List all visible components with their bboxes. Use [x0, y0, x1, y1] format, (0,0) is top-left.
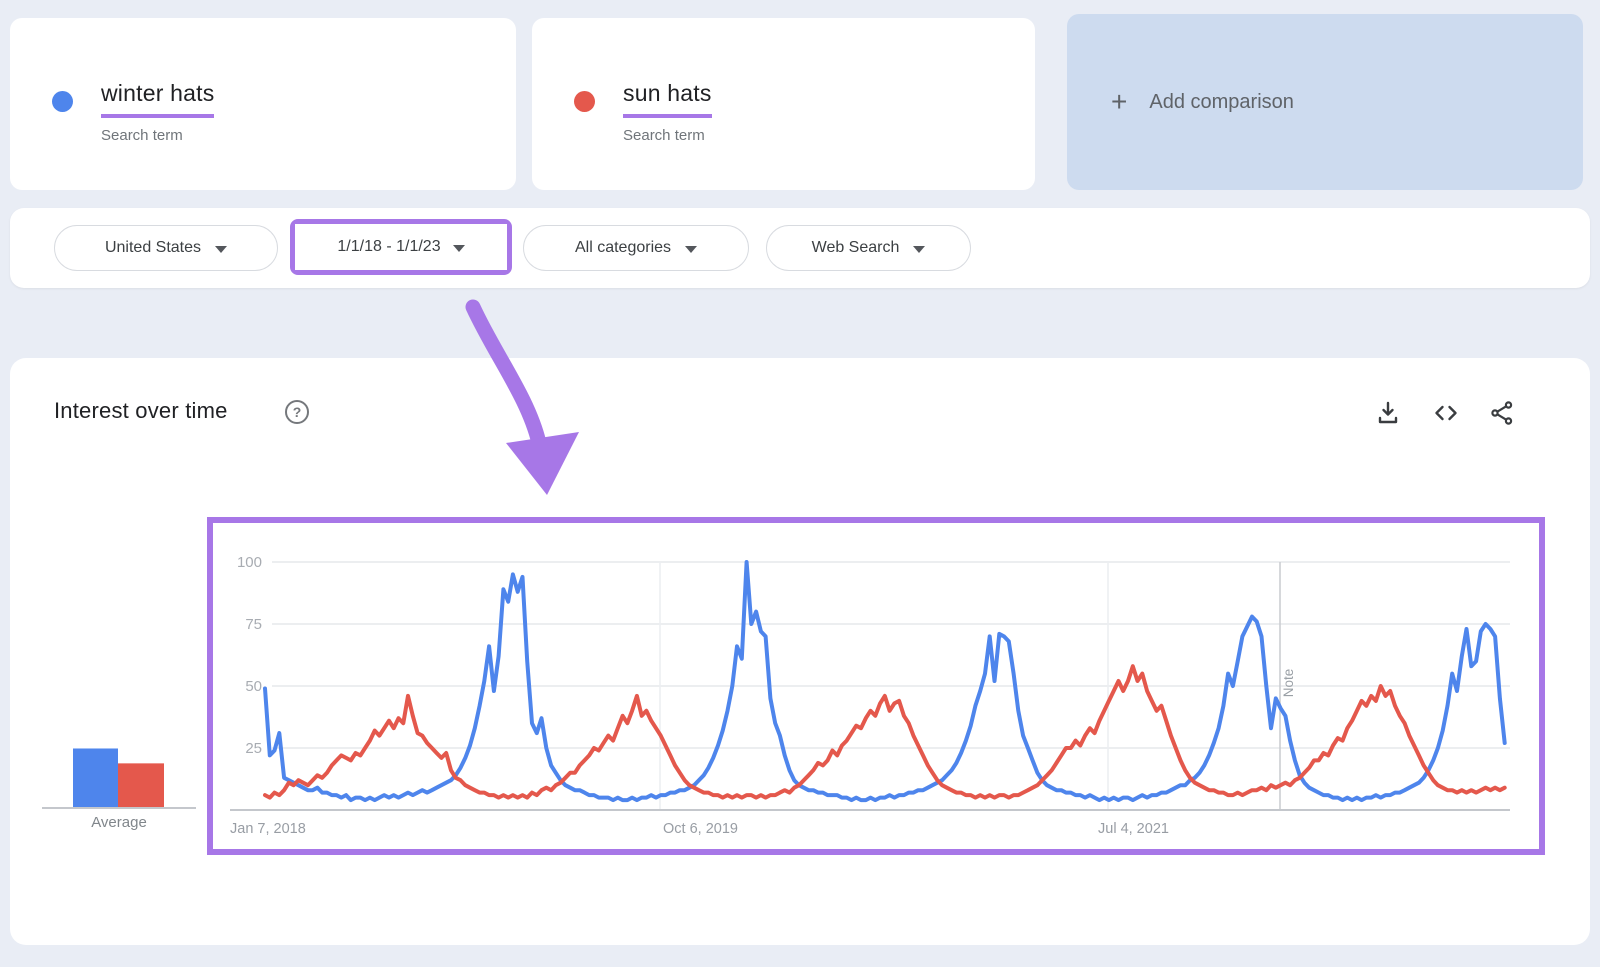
chevron-down-icon [685, 245, 698, 253]
term-sublabel: Search term [101, 127, 183, 144]
svg-text:50: 50 [245, 678, 262, 695]
panel-title: Interest over time [54, 398, 228, 423]
svg-text:100: 100 [237, 554, 262, 571]
series-color-dot-red [574, 91, 595, 112]
filters-bar: United States 1/1/18 - 1/1/23 All catego… [10, 208, 1590, 288]
svg-text:25: 25 [245, 740, 262, 757]
embed-code-icon[interactable] [1432, 399, 1460, 427]
google-trends-page: winter hats Search term sun hats Search … [0, 0, 1600, 967]
share-icon[interactable] [1488, 399, 1516, 427]
search-type-value: Web Search [811, 239, 900, 256]
region-dropdown[interactable]: United States [54, 225, 278, 271]
help-icon[interactable]: ? [285, 400, 309, 424]
interest-over-time-chart[interactable]: 25 50 75 100 Note Jan 7, 2018 Oct 6, 2019 Jul 4… [213, 523, 1539, 849]
category-dropdown[interactable]: All categories [523, 225, 749, 271]
time-range-dropdown[interactable]: 1/1/18 - 1/1/23 [295, 224, 507, 270]
add-comparison-label: Add comparison [1149, 90, 1294, 113]
chevron-down-icon [452, 244, 465, 252]
category-value: All categories [574, 239, 672, 256]
add-comparison-button[interactable]: + Add comparison [1067, 14, 1583, 190]
chart-highlight-frame: 25 50 75 100 Note Jan 7, 2018 Oct 6, 2019 Jul 4… [207, 517, 1545, 855]
term-label[interactable]: sun hats [623, 80, 712, 118]
svg-text:Note: Note [1281, 669, 1296, 698]
term-card-sun-hats[interactable]: sun hats Search term [532, 18, 1035, 190]
region-value: United States [104, 239, 202, 256]
chevron-down-icon [215, 245, 228, 253]
svg-text:Jan 7, 2018: Jan 7, 2018 [230, 821, 306, 837]
term-sublabel: Search term [623, 127, 705, 144]
time-range-highlight[interactable]: 1/1/18 - 1/1/23 [290, 219, 512, 275]
plus-icon: + [1111, 86, 1128, 117]
svg-text:Oct 6, 2019: Oct 6, 2019 [663, 821, 738, 837]
series-color-dot-blue [52, 91, 73, 112]
time-range-value: 1/1/18 - 1/1/23 [337, 238, 441, 255]
download-icon[interactable] [1374, 399, 1402, 427]
svg-text:75: 75 [245, 616, 262, 633]
search-type-dropdown[interactable]: Web Search [766, 225, 971, 271]
chevron-down-icon [913, 245, 926, 253]
term-card-winter-hats[interactable]: winter hats Search term [10, 18, 516, 190]
svg-text:Jul 4, 2021: Jul 4, 2021 [1098, 821, 1169, 837]
term-label[interactable]: winter hats [101, 80, 215, 118]
average-label: Average [91, 814, 147, 831]
